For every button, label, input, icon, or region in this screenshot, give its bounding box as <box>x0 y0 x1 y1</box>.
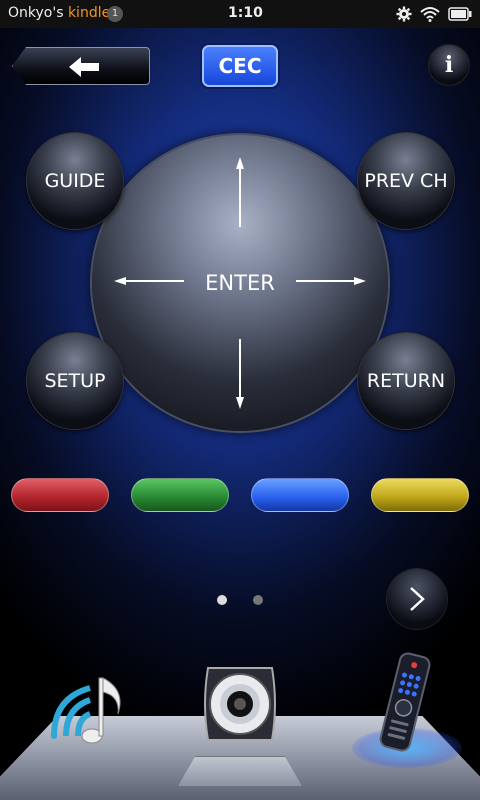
back-arrow-icon <box>69 57 99 77</box>
battery-icon <box>448 7 472 21</box>
status-icons <box>396 4 472 24</box>
clock: 1:10 <box>228 5 263 21</box>
cec-button[interactable]: CEC <box>202 45 278 87</box>
wifi-icon <box>420 7 440 22</box>
chevron-right-icon <box>410 587 425 611</box>
up-arrow-icon[interactable] <box>236 157 244 227</box>
kindle-brand: kindle <box>67 5 111 21</box>
red-button[interactable] <box>11 478 109 512</box>
device-owner-label: Onkyo's kindle <box>8 5 110 21</box>
prev-ch-button[interactable]: PREV CH <box>358 133 454 229</box>
right-arrow-icon[interactable] <box>296 277 366 285</box>
enter-button[interactable]: ENTER <box>190 271 290 295</box>
guide-button[interactable]: GUIDE <box>27 133 123 229</box>
remote-panel: CEC i ENTER GUIDE PREV CH SETUP RETURN <box>0 28 480 800</box>
page-indicator-active <box>217 595 227 605</box>
green-button[interactable] <box>131 478 229 512</box>
speaker-icon[interactable] <box>198 664 282 744</box>
remote-control-icon[interactable] <box>372 652 438 752</box>
left-arrow-icon[interactable] <box>114 277 184 285</box>
network-music-icon[interactable] <box>46 668 136 748</box>
directional-pad[interactable]: ENTER <box>92 135 388 431</box>
blue-button[interactable] <box>251 478 349 512</box>
info-button[interactable]: i <box>428 44 470 86</box>
gear-icon[interactable] <box>396 6 412 22</box>
yellow-button[interactable] <box>371 478 469 512</box>
dock-notch[interactable] <box>178 756 302 786</box>
back-button[interactable] <box>12 47 150 85</box>
setup-button[interactable]: SETUP <box>27 333 123 429</box>
notification-badge[interactable]: 1 <box>107 6 123 22</box>
owner-prefix: Onkyo's <box>8 5 64 21</box>
down-arrow-icon[interactable] <box>236 339 244 409</box>
status-bar: Onkyo's kindle 1 1:10 <box>0 0 480 28</box>
return-button[interactable]: RETURN <box>358 333 454 429</box>
next-page-button[interactable] <box>387 569 447 629</box>
page-indicator <box>253 595 263 605</box>
